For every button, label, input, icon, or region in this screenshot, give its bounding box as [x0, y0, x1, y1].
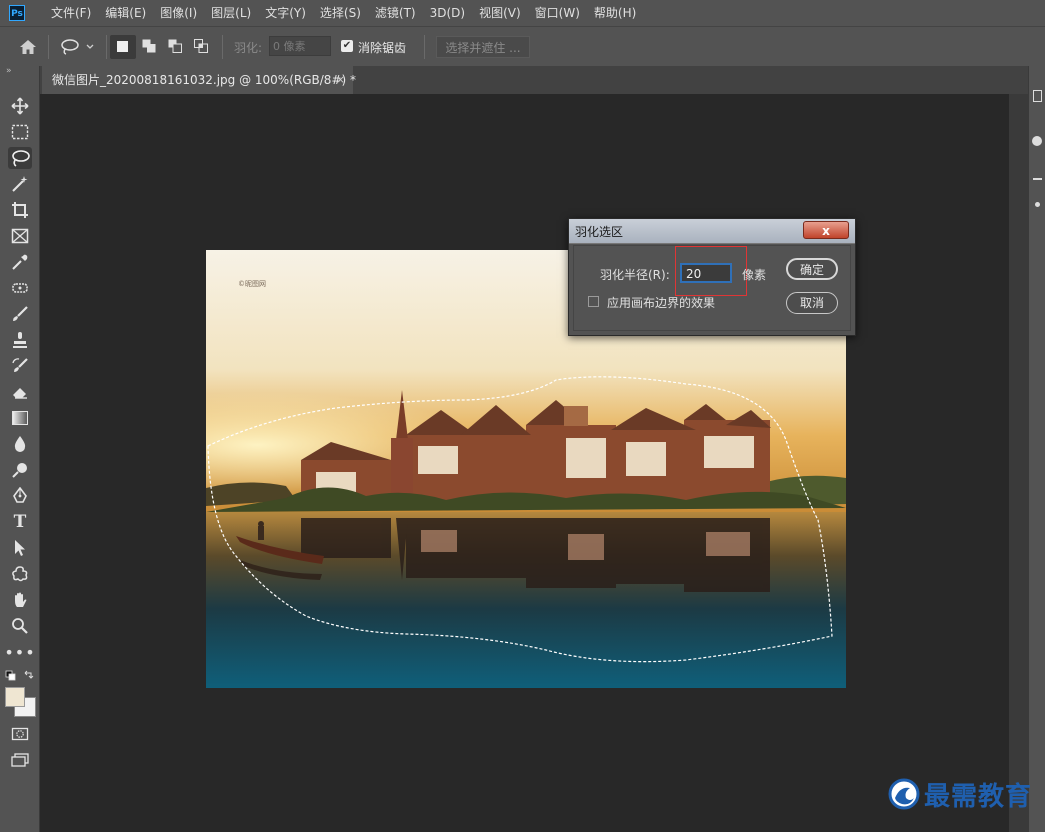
dialog-title-bar[interactable]: 羽化选区 x	[569, 219, 855, 244]
menu-edit[interactable]: 编辑(E)	[98, 0, 153, 26]
screen-mode-icon[interactable]	[8, 749, 32, 771]
select-and-mask-button[interactable]: 选择并遮住 ...	[436, 36, 530, 58]
collapse-toolbar-icon[interactable]: »	[6, 66, 12, 76]
feather-radius-label: 羽化半径(R):	[600, 268, 670, 282]
tools-panel: » T •••	[0, 66, 40, 832]
zoom-tool-icon[interactable]	[8, 615, 32, 637]
dodge-tool-icon[interactable]	[8, 459, 32, 481]
clone-stamp-tool-icon[interactable]	[8, 329, 32, 351]
new-selection-mode-bg[interactable]	[110, 35, 136, 59]
frame-tool-icon[interactable]	[8, 225, 32, 247]
lasso-preset-icon[interactable]	[60, 38, 96, 56]
feather-selection-dialog: 羽化选区 x 羽化半径(R): 20 像素 应用画布边界的效果 确定 取消	[568, 218, 856, 336]
site-watermark: 最需教育	[888, 776, 1032, 812]
crop-tool-icon[interactable]	[8, 199, 32, 221]
feather-label: 羽化:	[234, 41, 263, 55]
close-dialog-button[interactable]: x	[803, 221, 849, 239]
history-brush-tool-icon[interactable]	[8, 355, 32, 377]
path-selection-tool-icon[interactable]	[8, 537, 32, 559]
menu-type[interactable]: 文字(Y)	[258, 0, 313, 26]
dialog-title: 羽化选区	[575, 225, 624, 239]
menu-3d[interactable]: 3D(D)	[423, 0, 472, 26]
gradient-tool-icon[interactable]	[8, 407, 32, 429]
close-tab-icon[interactable]: ×	[336, 66, 345, 94]
menu-layer[interactable]: 图层(L)	[204, 0, 258, 26]
panel-icon[interactable]	[1033, 90, 1042, 102]
home-icon[interactable]	[19, 39, 37, 55]
menu-select[interactable]: 选择(S)	[313, 0, 368, 26]
menu-filter[interactable]: 滤镜(T)	[368, 0, 423, 26]
antialias-checkbox[interactable]: ✔	[341, 40, 353, 52]
eraser-tool-icon[interactable]	[8, 381, 32, 403]
feather-radius-input[interactable]: 20	[680, 263, 732, 283]
right-panel-strip	[1028, 66, 1045, 832]
magic-wand-tool-icon[interactable]	[8, 173, 32, 195]
menu-help[interactable]: 帮助(H)	[587, 0, 643, 26]
add-to-selection-icon[interactable]	[142, 39, 156, 53]
menu-window[interactable]: 窗口(W)	[528, 0, 587, 26]
new-selection-icon	[117, 41, 128, 52]
marquee-tool-icon[interactable]	[8, 121, 32, 143]
intersect-selection-icon[interactable]	[194, 39, 208, 53]
panel-icon[interactable]	[1033, 178, 1042, 180]
move-tool-icon[interactable]	[8, 95, 32, 117]
dialog-body: 羽化半径(R): 20 像素 应用画布边界的效果 确定 取消	[573, 245, 851, 331]
subtract-from-selection-icon[interactable]	[168, 39, 182, 53]
document-tab-bar: 微信图片_20200818161032.jpg @ 100%(RGB/8#) *…	[40, 66, 1028, 94]
blur-tool-icon[interactable]	[8, 433, 32, 455]
options-bar: 羽化: 0 像素 ✔ 消除锯齿 选择并遮住 ...	[0, 26, 1045, 66]
apply-canvas-bounds-checkbox[interactable]	[588, 296, 599, 307]
watermark-logo-icon	[888, 778, 920, 810]
apply-canvas-bounds-label: 应用画布边界的效果	[607, 296, 716, 310]
ok-button[interactable]: 确定	[786, 258, 838, 280]
panel-icon[interactable]	[1035, 202, 1040, 207]
panel-icon[interactable]	[1032, 136, 1042, 146]
photo-watermark-text: ©昵图网	[238, 280, 266, 288]
menu-view[interactable]: 视图(V)	[472, 0, 528, 26]
antialias-label: 消除锯齿	[358, 41, 407, 55]
feather-input[interactable]: 0 像素	[269, 36, 331, 56]
quick-mask-icon[interactable]	[8, 723, 32, 745]
menu-image[interactable]: 图像(I)	[153, 0, 204, 26]
foreground-color-swatch[interactable]	[5, 687, 25, 707]
more-tools-icon[interactable]: •••	[4, 641, 34, 663]
document-tab-title: 微信图片_20200818161032.jpg @ 100%(RGB/8#) *	[52, 73, 356, 87]
menu-file[interactable]: 文件(F)	[44, 0, 98, 26]
healing-brush-tool-icon[interactable]	[8, 277, 32, 299]
brush-tool-icon[interactable]	[8, 303, 32, 325]
hand-tool-icon[interactable]	[8, 589, 32, 611]
custom-shape-tool-icon[interactable]	[8, 563, 32, 585]
pen-tool-icon[interactable]	[8, 485, 32, 507]
lasso-tool-icon[interactable]	[8, 147, 32, 169]
eyedropper-tool-icon[interactable]	[8, 251, 32, 273]
watermark-text: 最需教育	[924, 781, 1033, 812]
photoshop-logo: Ps	[9, 5, 25, 21]
type-tool-icon[interactable]: T	[8, 511, 32, 533]
cancel-button[interactable]: 取消	[786, 292, 838, 314]
document-tab[interactable]: 微信图片_20200818161032.jpg @ 100%(RGB/8#) *…	[42, 66, 356, 94]
default-colors-icon[interactable]	[5, 670, 35, 682]
vertical-scrollbar[interactable]	[1009, 94, 1028, 832]
unit-label: 像素	[742, 268, 767, 282]
menu-bar: Ps 文件(F) 编辑(E) 图像(I) 图层(L) 文字(Y) 选择(S) 滤…	[0, 0, 1045, 26]
